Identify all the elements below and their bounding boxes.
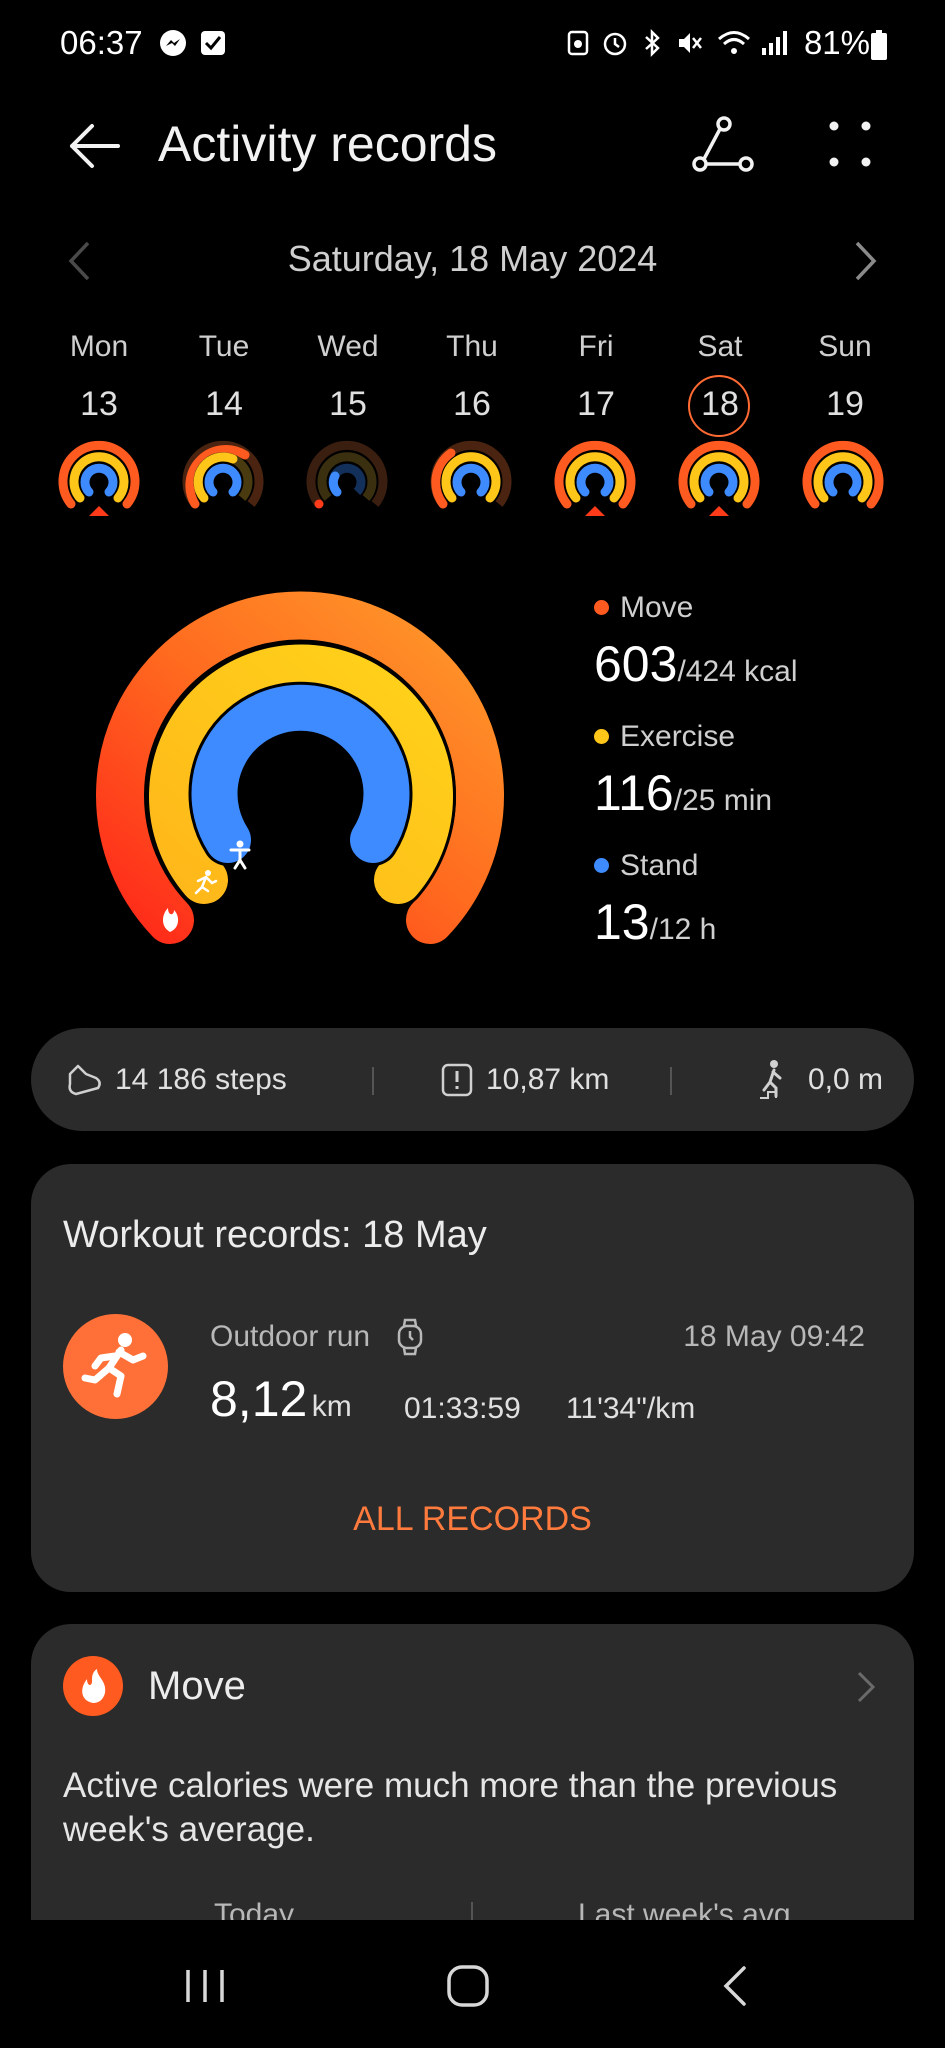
bluetooth-icon [645,28,660,58]
workout-duration: 01:33:59 [404,1392,521,1425]
workout-distance-value: 8,12 [210,1371,308,1427]
running-person-icon [81,1333,147,1398]
next-day-icon[interactable] [853,240,879,282]
all-records-button[interactable]: ALL RECORDS [0,1500,945,1539]
stand-ring [191,684,410,863]
day-name-thu: Thu [446,330,498,363]
move-card-title: Move [148,1664,246,1708]
status-time: 06:37 [60,24,143,61]
outdoor-run-badge[interactable] [63,1314,168,1419]
battery-icon [871,30,887,60]
exercise-value-row: 116/25 min [594,764,772,822]
day-name-fri: Fri [578,330,614,363]
elevation-value: 0,0 m [808,1063,884,1096]
recent-apps-icon[interactable] [180,1966,230,2006]
divider [372,1067,374,1095]
workout-records-title: Workout records: 18 May [63,1214,487,1256]
signal-icon [762,31,787,55]
day-number-fri[interactable]: 17 [546,385,646,424]
day-number-wed[interactable]: 15 [298,385,398,424]
steps-value: 14 186 steps [115,1063,287,1096]
move-value-row: 603/424 kcal [594,635,798,693]
exercise-goal: /25 min [673,784,773,817]
stand-dot [594,858,609,873]
sync-icon [567,30,589,56]
exercise-value: 116 [594,765,674,821]
exercise-label: Exercise [620,720,736,753]
day-number-tue[interactable]: 14 [174,385,274,424]
day-number-thu[interactable]: 16 [422,385,522,424]
route-icon[interactable] [692,116,754,172]
flame-icon [82,1669,106,1703]
move-dot [594,600,609,615]
day-name-sat: Sat [697,330,743,363]
activity-rings-chart [93,588,507,947]
selected-date: Saturday, 18 May 2024 [287,238,658,279]
move-badge [63,1656,123,1716]
mute-icon [679,33,702,53]
divider [670,1067,672,1095]
move-goal: /424 kcal [677,655,798,688]
back-arrow-icon[interactable] [66,118,122,174]
messenger-icon [160,30,186,56]
more-options-icon[interactable] [826,118,874,170]
stand-value: 13 [594,894,650,950]
workout-distance-unit: km [311,1390,352,1423]
ring-sun [802,440,884,509]
day-number-mon[interactable]: 13 [49,385,149,424]
exercise-dot [594,729,609,744]
workout-datetime: 18 May 09:42 [683,1320,865,1353]
day-number-sun[interactable]: 19 [795,385,895,424]
chevron-right-icon[interactable] [856,1670,876,1704]
back-icon[interactable] [720,1964,750,2008]
move-value: 603 [594,636,678,692]
daily-ring-row [0,440,884,516]
ring-tue [182,440,264,509]
move-insight-text: Active calories were much more than the … [63,1766,838,1849]
day-number-sat[interactable]: 18 [670,385,770,424]
steps-icon [68,1064,101,1096]
workout-pace: 11'34"/km [566,1392,696,1425]
ring-sat [683,445,755,516]
ring-fri [559,445,631,516]
workout-distance: 8,12 km [210,1370,352,1428]
day-name-sun: Sun [818,330,872,363]
ring-thu [430,440,512,509]
distance-icon [441,1063,473,1097]
workout-type[interactable]: Outdoor run [210,1320,370,1354]
stand-value-row: 13/12 h [594,893,716,951]
home-icon[interactable] [446,1964,490,2008]
day-name-tue: Tue [198,330,250,363]
checkbox-notification-icon [201,31,225,55]
ring-mon [63,445,135,516]
watch-icon [397,1318,423,1356]
stand-label: Stand [620,849,699,882]
ring-wed [306,440,388,509]
move-label: Move [620,591,694,624]
climbing-icon [760,1060,782,1099]
page-title: Activity records [158,116,497,172]
day-name-mon: Mon [69,330,129,363]
battery-percent: 81% [803,24,870,61]
distance-value: 10,87 km [486,1063,610,1096]
stand-goal: /12 h [649,913,717,946]
wifi-icon [718,31,750,54]
day-name-wed: Wed [317,330,379,363]
alarm-icon [603,32,627,56]
